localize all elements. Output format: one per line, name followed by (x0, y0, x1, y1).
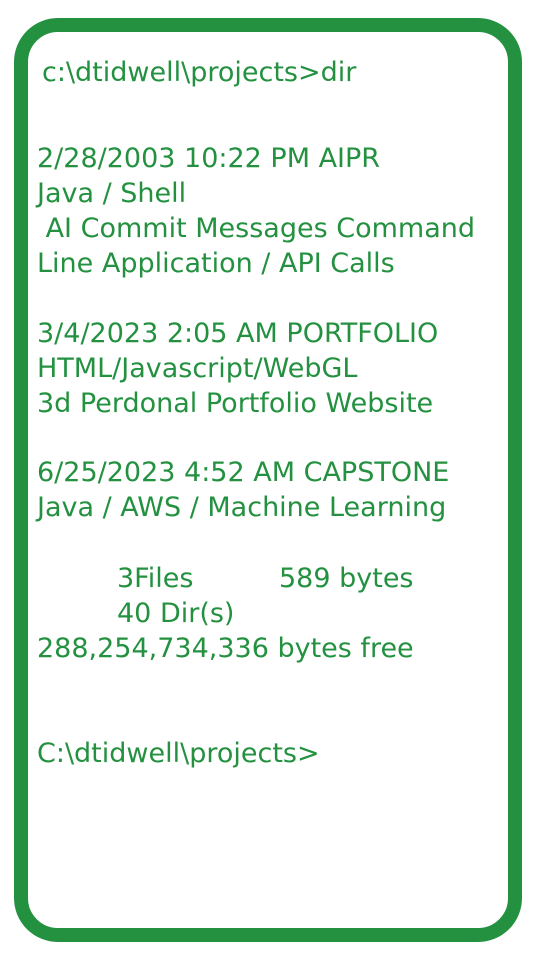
summary-dirs-count: 40 Dir(s) (117, 598, 235, 629)
entry-aipr-desc-line1: AI Commit Messages Command (37, 213, 475, 244)
entry-aipr-header: 2/28/2003 10:22 PM AIPR (37, 143, 381, 174)
entry-capstone-header: 6/25/2023 4:52 AM CAPSTONE (37, 457, 450, 488)
summary-free-bytes: 288,254,734,336 bytes free (37, 633, 414, 664)
summary-files-count: 3Files (117, 563, 194, 594)
entry-portfolio-tech: HTML/Javascript/WebGL (37, 353, 358, 384)
entry-portfolio-desc: 3d Perdonal Portfolio Website (37, 388, 434, 419)
summary-files-bytes: 589 bytes (279, 563, 414, 594)
final-prompt-line[interactable]: C:\dtidwell\projects> (37, 736, 320, 771)
entry-portfolio-header: 3/4/2023 2:05 AM PORTFOLIO (37, 318, 439, 349)
command-prompt-line: c:\dtidwell\projects>dir (42, 57, 357, 88)
entry-aipr-desc-line2: Line Application / API Calls (37, 248, 395, 279)
entry-aipr-tech: Java / Shell (37, 178, 187, 209)
terminal-output: c:\dtidwell\projects>dir 2/28/2003 10:22… (0, 0, 540, 960)
entry-capstone-tech: Java / AWS / Machine Learning (37, 492, 447, 523)
